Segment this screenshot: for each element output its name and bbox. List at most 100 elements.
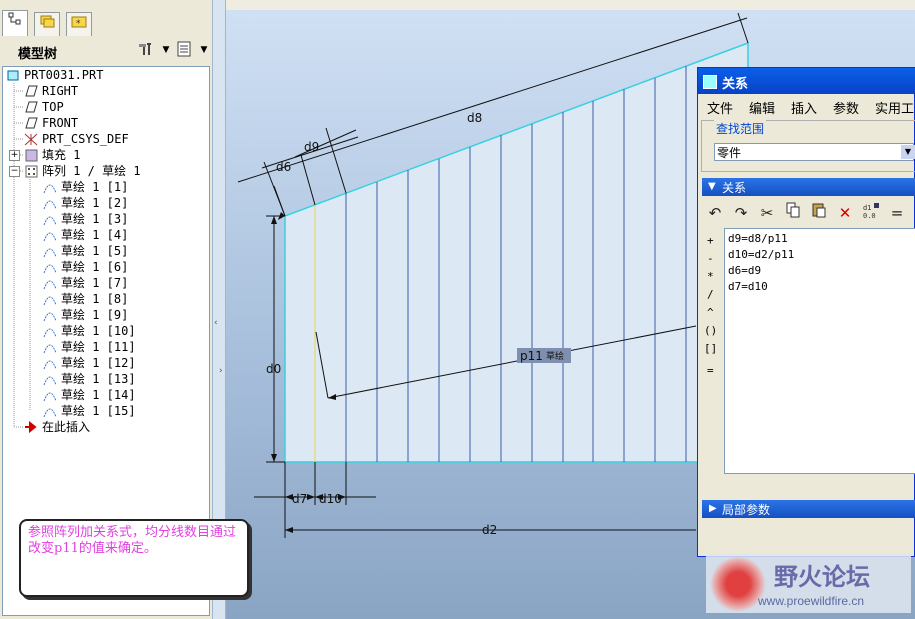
redo-icon[interactable]: ↷ [730,202,752,224]
op-brackets[interactable]: [] [704,342,717,355]
local-params-title: 局部参数 [722,503,771,517]
dim-d6: d6 [276,160,291,174]
op-minus[interactable]: - [707,252,714,265]
dim-p11-tag: 草绘 [546,350,564,362]
show-dropdown-icon[interactable]: ▼ [194,41,214,59]
tree-item-sketch[interactable]: 草绘 1 [3] [43,211,128,227]
op-parens[interactable]: () [704,324,717,337]
sketch-icon [43,277,57,290]
op-plus[interactable]: + [707,234,714,247]
tree-item-sketch[interactable]: 草绘 1 [10] [43,323,136,339]
tree-item-insert-here[interactable]: 在此插入 [24,419,90,435]
sketch-icon [43,245,57,258]
tree-item-sketch[interactable]: 草绘 1 [4] [43,227,128,243]
watermark-name: 野火论坛 [774,563,870,591]
tree-item-sketch[interactable]: 草绘 1 [1] [43,179,128,195]
svg-text:d1: d1 [863,204,871,212]
annotation-text: 参照阵列加关系式，均分线数目通过改变p11的值来确定。 [28,525,237,556]
sketch-icon [43,341,57,354]
paste-icon[interactable] [808,202,830,224]
expand-right-icon[interactable]: › [219,366,223,376]
menu-file[interactable]: 文件 [707,98,733,117]
copy-icon[interactable] [782,202,804,224]
dialog-menubar: 文件 编辑 插入 参数 实用工 [698,95,915,117]
tree-item-sketch[interactable]: 草绘 1 [14] [43,387,136,403]
tree-item-sketch[interactable]: 草绘 1 [2] [43,195,128,211]
undo-icon[interactable]: ↶ [704,202,726,224]
favorites-tab[interactable]: * [66,12,92,36]
dim-d7: d7 [292,492,307,506]
dim-d0: d0 [266,362,281,376]
model-tree-tab[interactable] [2,10,28,36]
watermark-url: www.proewildfire.cn [758,594,865,608]
dialog-title: 关系 [722,77,749,92]
relations-section-header[interactable]: ▼ 关系 [702,178,915,196]
tree-item-csys[interactable]: PRT_CSYS_DEF [24,131,129,147]
relations-editor[interactable]: d9=d8/p11 d10=d2/p11 d6=d9 d7=d10 [724,228,915,474]
more-icon[interactable]: = [886,202,908,224]
tree-item-sketch[interactable]: 草绘 1 [6] [43,259,128,275]
sketch-icon [43,197,57,210]
expand-fill-toggle[interactable]: + [9,150,20,161]
tree-item-sketch[interactable]: 草绘 1 [12] [43,355,136,371]
scope-select[interactable]: 零件 ▼ [714,143,915,161]
part-icon [6,69,20,82]
tree-item-front[interactable]: FRONT [24,115,78,131]
annotation-note: 参照阵列加关系式，均分线数目通过改变p11的值来确定。 [19,519,249,597]
menu-utilities[interactable]: 实用工 [875,98,914,117]
op-equals[interactable]: = [707,364,714,377]
tree-item-sketch[interactable]: 草绘 1 [13] [43,371,136,387]
insert-arrow-icon [24,420,38,434]
sketch-icon [43,389,57,402]
folder-browser-tab[interactable] [34,12,60,36]
settings-dropdown-icon[interactable]: ▼ [156,41,176,59]
dim-p11: p11 [520,349,543,363]
datum-plane-icon [24,85,38,98]
menu-parameters[interactable]: 参数 [833,98,859,117]
scope-value: 零件 [717,146,742,160]
tree-item-fill[interactable]: 填充 1 [24,147,80,163]
datum-plane-icon [24,117,38,130]
evaluate-icon[interactable]: d1 0.0 [860,202,882,224]
tree-item-part[interactable]: PRT0031.PRT [6,67,103,83]
tree-item-sketch[interactable]: 草绘 1 [8] [43,291,128,307]
op-divide[interactable]: / [707,288,714,301]
dropdown-arrow-icon[interactable]: ▼ [901,145,915,159]
tree-item-sketch[interactable]: 草绘 1 [15] [43,403,136,419]
cut-icon[interactable]: ✂ [756,202,778,224]
tree-item-sketch[interactable]: 草绘 1 [7] [43,275,128,291]
operator-buttons: + - * / ^ () [] = [702,230,724,390]
tree-item-sketch[interactable]: 草绘 1 [5] [43,243,128,259]
tree-item-sketch[interactable]: 草绘 1 [11] [43,339,136,355]
menu-insert[interactable]: 插入 [791,98,817,117]
dialog-titlebar[interactable]: 关系 [698,68,915,94]
tree-item-pattern[interactable]: 阵列 1 / 草绘 1 [24,163,141,179]
tree-item-top[interactable]: TOP [24,99,64,115]
dim-d9: d9 [304,140,319,154]
sketch-icon [43,181,57,194]
tree-item-sketch[interactable]: 草绘 1 [9] [43,307,128,323]
tree-item-right[interactable]: RIGHT [24,83,78,99]
show-list-icon[interactable] [174,41,194,59]
sketch-icon [43,261,57,274]
relation-line: d7=d10 [728,280,768,293]
sketch-icon [43,357,57,370]
settings-tools-icon[interactable] [136,41,156,59]
relation-line: d10=d2/p11 [728,248,795,261]
dialog-window-icon [703,75,717,89]
collapse-left-icon[interactable]: ‹ [214,318,218,328]
pattern-icon [24,165,38,178]
sketch-icon [43,405,57,418]
op-multiply[interactable]: * [707,270,714,283]
menu-edit[interactable]: 编辑 [749,98,775,117]
relation-line: d9=d8/p11 [728,232,788,245]
tree-icon [8,12,21,25]
sketch-icon [43,325,57,338]
scope-label: 查找范围 [714,120,767,137]
op-power[interactable]: ^ [707,306,714,319]
collapse-pattern-toggle[interactable]: − [9,166,20,177]
local-params-section-header[interactable]: ▶ 局部参数 [702,500,915,518]
delete-icon[interactable]: ✕ [834,202,856,224]
svg-text:*: * [76,19,81,28]
dim-d10: d10 [319,492,342,506]
